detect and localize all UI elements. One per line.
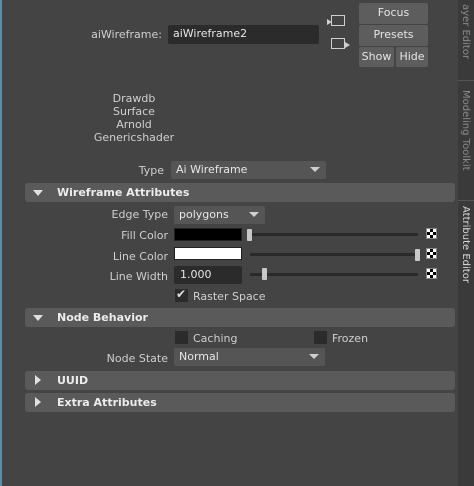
checkmark-icon: ✔ [176, 287, 187, 301]
caching-checkbox[interactable] [175, 331, 188, 344]
line-width-slider-track[interactable] [250, 273, 418, 276]
section-wireframe-attributes[interactable]: Wireframe Attributes [25, 183, 455, 202]
attribute-editor-panel [16, 0, 458, 486]
fill-color-label: Fill Color [121, 229, 168, 242]
tab-layer-editor[interactable]: ayer Editor [460, 4, 471, 59]
show-output-icon[interactable] [331, 38, 350, 49]
hide-button[interactable]: Hide [396, 47, 428, 67]
tab-attribute-editor[interactable]: Attribute Editor [460, 206, 471, 283]
chevron-down-icon [249, 212, 259, 217]
presets-button[interactable]: Presets [359, 25, 428, 46]
expand-triangle-icon [35, 397, 41, 407]
section-uuid[interactable]: UUID [25, 371, 455, 390]
line-width-slider-handle[interactable] [262, 268, 268, 280]
node-name-label: aiWireframe: [91, 28, 162, 41]
chevron-down-icon [310, 167, 320, 172]
caching-label: Caching [193, 332, 238, 345]
classification-2: Arnold [116, 118, 152, 131]
node-state-dropdown[interactable]: Normal [174, 348, 325, 366]
classification-0: Drawdb [112, 92, 156, 105]
section-extra-attributes[interactable]: Extra Attributes [25, 393, 455, 412]
fill-color-slider-handle[interactable] [247, 229, 252, 241]
line-color-label: Line Color [112, 250, 168, 263]
window-margin [2, 0, 16, 486]
section-title: Node Behavior [57, 311, 148, 324]
map-button-icon[interactable] [426, 268, 437, 279]
load-selected-icon[interactable] [327, 15, 345, 26]
map-button-icon[interactable] [426, 248, 437, 259]
frozen-label: Frozen [332, 332, 369, 345]
tab-modeling-toolkit[interactable]: Modeling Toolkit [460, 90, 471, 171]
section-title: Wireframe Attributes [57, 186, 190, 199]
edge-type-dropdown[interactable]: polygons [174, 206, 265, 224]
line-color-swatch[interactable] [174, 247, 242, 260]
chevron-down-icon [309, 354, 319, 359]
section-node-behavior[interactable]: Node Behavior [25, 308, 455, 327]
raster-space-checkbox[interactable]: ✔ [175, 287, 188, 302]
tab-divider [458, 200, 474, 201]
node-name-field[interactable]: aiWireframe2 [168, 25, 319, 44]
classification-1: Surface [113, 105, 155, 118]
classification-3: Genericshader [93, 131, 175, 144]
show-button[interactable]: Show [359, 47, 394, 67]
side-tab-strip: ayer Editor Modeling Toolkit Attribute E… [458, 0, 474, 486]
raster-space-label: Raster Space [193, 290, 266, 303]
frozen-checkbox[interactable] [314, 331, 327, 344]
fill-color-swatch[interactable] [174, 228, 242, 241]
line-color-slider-handle[interactable] [415, 249, 420, 261]
section-title: Extra Attributes [57, 396, 157, 409]
line-color-slider-track[interactable] [250, 253, 418, 256]
line-width-label: Line Width [109, 270, 168, 283]
type-value: Ai Wireframe [176, 163, 248, 176]
expand-triangle-icon [35, 375, 41, 385]
tab-divider [458, 80, 474, 81]
focus-button[interactable]: Focus [359, 3, 428, 24]
collapse-triangle-icon [33, 315, 43, 321]
line-width-field[interactable]: 1.000 [174, 266, 242, 284]
map-button-icon[interactable] [426, 228, 437, 239]
node-state-label: Node State [106, 352, 168, 365]
type-label: Type [138, 164, 164, 177]
collapse-triangle-icon [33, 190, 43, 196]
type-dropdown[interactable]: Ai Wireframe [171, 161, 326, 179]
node-state-value: Normal [179, 350, 219, 363]
edge-type-label: Edge Type [111, 208, 168, 221]
edge-type-value: polygons [179, 208, 229, 221]
section-title: UUID [57, 374, 89, 387]
fill-color-slider-track[interactable] [250, 233, 418, 236]
